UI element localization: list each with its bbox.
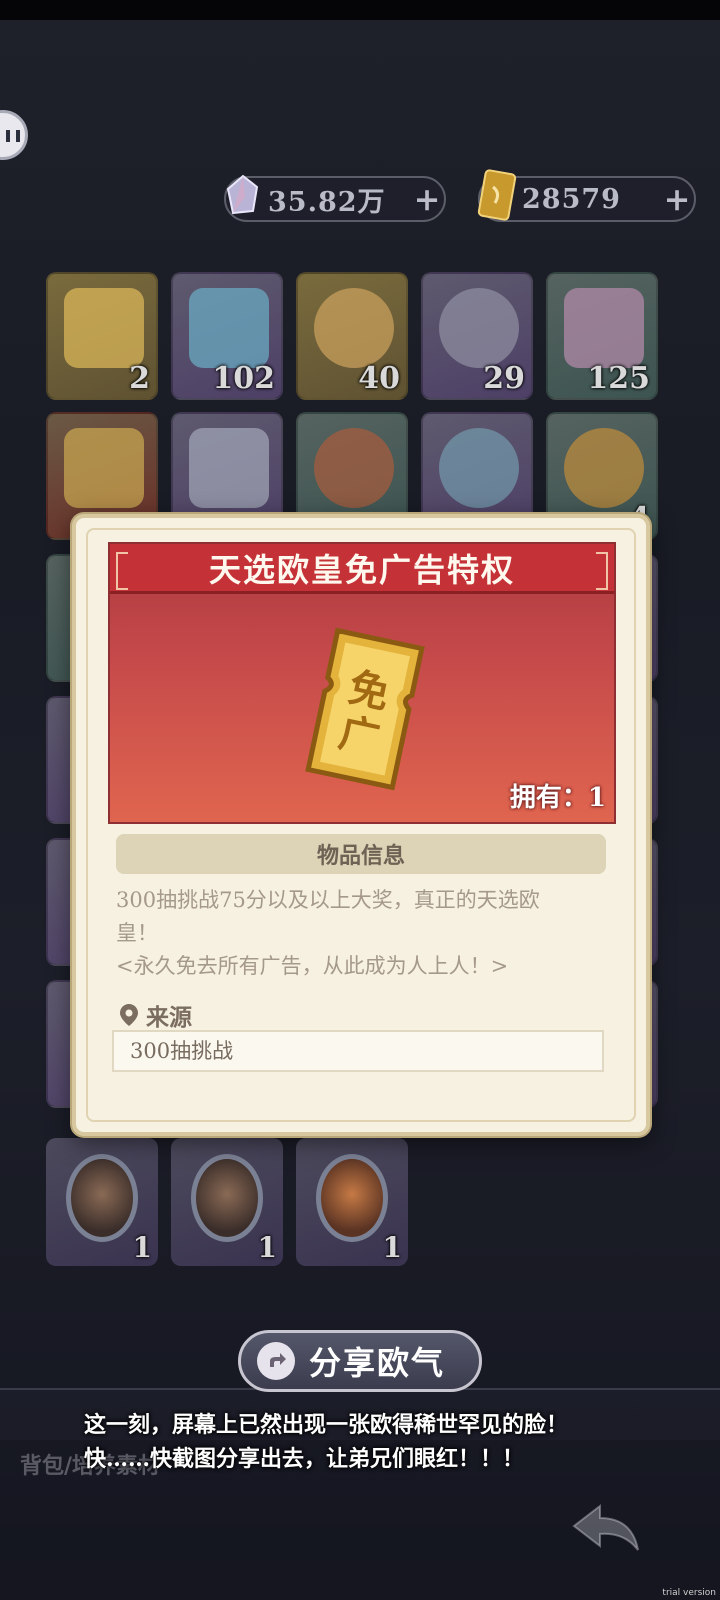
ticket-amount: 28579: [522, 183, 621, 215]
source-entry[interactable]: 300抽挑战: [112, 1030, 604, 1072]
item-title: 天选欧皇免广告特权: [110, 544, 614, 594]
crystal-icon: [218, 167, 268, 223]
ad-free-ticket-xiaoou-icon: [64, 288, 144, 368]
golden-egg-icon: [314, 288, 394, 368]
add-ticket-button[interactable]: +: [660, 180, 694, 218]
status-bar: [0, 0, 720, 20]
crystal-amount: 35.82万: [268, 186, 386, 218]
item-banner: 天选欧皇免广告特权 免 广 拥有：1: [108, 542, 616, 824]
potion-vials-icon: [564, 288, 644, 368]
inventory-item[interactable]: 2: [46, 272, 158, 400]
blue-badge-icon: [439, 428, 519, 508]
item-info-header: 物品信息: [116, 834, 606, 874]
item-description: 300抽挑战75分以及以上大奖，真正的天选欧 皇！ <永久免去所有广告，从此成为…: [116, 888, 540, 978]
watermark: trial version: [662, 1588, 716, 1598]
purple-egg-icon: [439, 288, 519, 368]
inventory-item[interactable]: 102: [171, 272, 283, 400]
inventory-item[interactable]: 1: [296, 1138, 408, 1266]
ticket-currency: 28579 +: [477, 169, 696, 222]
character-portrait-2-icon: [191, 1154, 263, 1242]
owned-count: 拥有：1: [509, 783, 606, 813]
scroll-icon: [189, 428, 269, 508]
source-heading: 来源: [120, 998, 192, 1032]
ad-free-ticket-icon: 免 广: [298, 625, 433, 794]
inventory-item[interactable]: 1: [46, 1138, 158, 1266]
ad-free-ticket-gold-icon: [64, 428, 144, 508]
add-crystal-button[interactable]: +: [410, 180, 444, 218]
back-button[interactable]: [570, 1500, 644, 1560]
red-badge-icon: [314, 428, 394, 508]
crystal-currency: 35.82万 +: [224, 174, 446, 222]
back-arrow-icon: [572, 1503, 639, 1551]
inventory-item[interactable]: 125: [546, 272, 658, 400]
chat-icon: [6, 130, 20, 142]
character-portrait-1-icon: [66, 1154, 138, 1242]
character-portrait-3-icon: [316, 1154, 388, 1242]
inventory-item[interactable]: 1: [171, 1138, 283, 1266]
item-detail-modal: 天选欧皇免广告特权 免 广 拥有：1 物品信息 300抽挑战75分以及以上大奖，…: [72, 514, 650, 1136]
inventory-item[interactable]: 29: [421, 272, 533, 400]
share-button-label: 分享欧气: [309, 1344, 446, 1382]
inventory-item[interactable]: 40: [296, 272, 408, 400]
share-caption: 这一刻，屏幕上已然出现一张欧得稀世罕见的脸！ 快……快截图分享出去，让弟兄们眼红…: [84, 1412, 569, 1472]
location-pin-icon: [120, 1004, 138, 1026]
share-button[interactable]: 分享欧气: [238, 1330, 482, 1392]
orange-badge-icon: [564, 428, 644, 508]
ad-free-ticket-xiaofei-icon: [189, 288, 269, 368]
ticket-icon: [472, 167, 522, 223]
share-arrow-icon: [257, 1342, 295, 1380]
